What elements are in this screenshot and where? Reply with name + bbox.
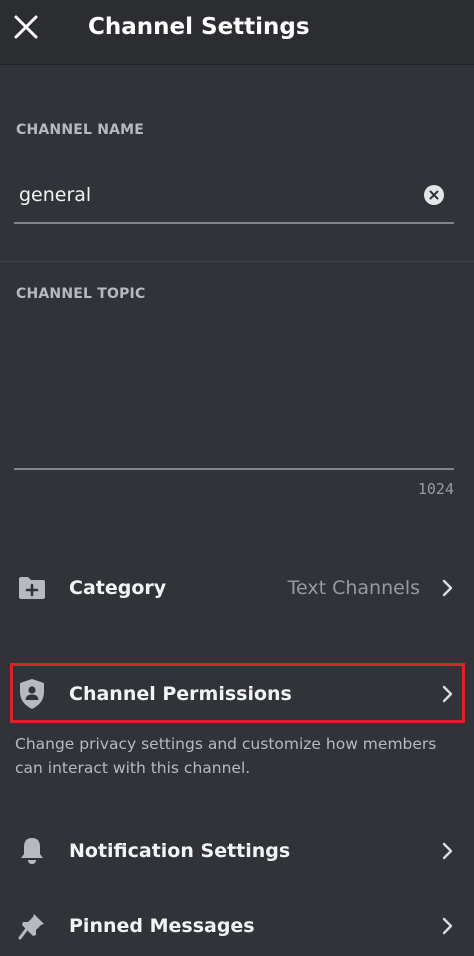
chevron-right-icon xyxy=(440,577,456,599)
close-icon xyxy=(14,15,38,39)
channel-settings-screen: Channel Settings CHANNEL NAME general CH… xyxy=(0,0,474,956)
page-title: Channel Settings xyxy=(88,14,310,40)
channel-topic-input[interactable] xyxy=(14,310,454,470)
category-row[interactable]: Category Text Channels xyxy=(0,558,474,618)
chevron-right-icon xyxy=(440,840,456,862)
notification-settings-row[interactable]: Notification Settings xyxy=(0,821,474,881)
close-button[interactable] xyxy=(10,11,42,43)
folder-plus-icon xyxy=(16,572,48,604)
channel-topic-label: CHANNEL TOPIC xyxy=(16,286,146,302)
permissions-description: Change privacy settings and customize ho… xyxy=(15,735,437,777)
channel-name-input[interactable]: general xyxy=(14,170,454,224)
pinned-messages-label: Pinned Messages xyxy=(69,915,255,937)
topic-char-counter: 1024 xyxy=(417,480,454,498)
chevron-right-icon xyxy=(440,915,456,937)
channel-name-label: CHANNEL NAME xyxy=(16,122,145,138)
permissions-highlight-box xyxy=(10,663,465,723)
bell-icon xyxy=(16,835,48,867)
header-bar: Channel Settings xyxy=(0,0,474,65)
category-label: Category xyxy=(69,577,167,599)
channel-name-value[interactable]: general xyxy=(19,184,91,206)
section-divider xyxy=(0,261,474,262)
pin-icon xyxy=(16,910,48,942)
category-value: Text Channels xyxy=(287,577,420,599)
pinned-messages-row[interactable]: Pinned Messages xyxy=(0,896,474,956)
clear-input-button[interactable] xyxy=(424,185,444,205)
clear-input-icon xyxy=(429,190,439,200)
notification-settings-label: Notification Settings xyxy=(69,840,291,862)
